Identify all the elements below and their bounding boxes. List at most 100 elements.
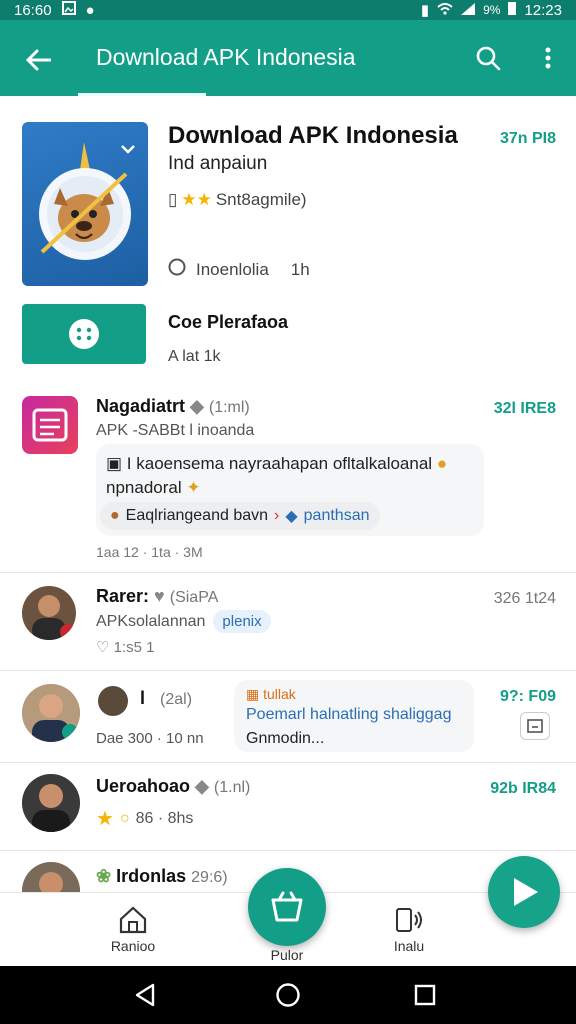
meta-count: 1h <box>290 259 310 279</box>
triangle-back-icon <box>135 983 155 1007</box>
message-line-2: npnadoral <box>106 478 182 497</box>
feed-author: l (2al) <box>140 688 192 709</box>
app-hero-card: Download APK Indonesia 37n PI8 Ind anpai… <box>0 100 576 390</box>
basket-icon <box>271 891 303 922</box>
status-time-left: 16:60 <box>14 1 52 19</box>
feed-footer: ♡ 1:s5 1 <box>96 638 155 656</box>
nav-label: Ranioo <box>110 938 156 954</box>
feed-item[interactable]: l (2al) Dae 300 · 10 nn ▦ tullak Poemarl… <box>0 672 576 762</box>
author-name: Ueroahoao <box>96 776 191 796</box>
divider <box>0 572 576 573</box>
app-bar: Download APK Indonesia <box>0 20 576 96</box>
app-icon[interactable] <box>22 122 148 286</box>
feed-author: ❀ Irdonlas 29:6) <box>96 866 228 887</box>
divider <box>0 850 576 851</box>
app-bar-title: Download APK Indonesia <box>96 44 356 70</box>
leaf-icon: ❀ <box>96 866 112 886</box>
author-suffix: (SiaPA <box>169 589 219 606</box>
install-label: Coe Plerafaoa <box>168 312 289 332</box>
author-name: Rarer: <box>96 586 150 606</box>
system-back-button[interactable] <box>130 980 160 1010</box>
nav-label: Inalu <box>393 938 425 954</box>
app-subtitle: Ind anpaiun <box>168 153 268 174</box>
image-notification-icon <box>61 1 76 19</box>
avatar[interactable] <box>22 586 76 640</box>
arrow-right-icon: › <box>274 507 280 524</box>
bookmark-icon: ▯ <box>168 190 178 209</box>
reaction-chip[interactable]: ● Eaqlriangeand bavn › ◆ panthsan <box>100 502 380 530</box>
divider <box>0 762 576 763</box>
message-text: ▣ I kaoensema nayraahapan ofltalkaloanal… <box>106 454 447 474</box>
dog-mascot-icon <box>39 142 135 260</box>
more-vert-icon <box>545 47 551 69</box>
message-bubble[interactable]: ▦ tullak Poemarl halnatling shaliggag Gn… <box>234 680 474 752</box>
status-time-right: 12:23 <box>524 1 562 19</box>
feed-subtitle-row: APKsolalannan plenix <box>96 610 271 633</box>
author-suffix: (2al) <box>160 691 193 708</box>
message-line-1: I kaoensema nayraahapan ofltalkaloanal <box>126 454 433 473</box>
circle-icon: ○ <box>119 809 130 827</box>
feed-item[interactable]: Rarer: ♥ (SiaPA 326 1t24 APKsolalannan p… <box>0 574 576 670</box>
feed-item[interactable]: Nagadiatrt ◆ (1:ml) 32l IRE8 APK -SABBt … <box>0 390 576 572</box>
author-name: Nagadiatrt <box>96 396 186 416</box>
tag-icon: ▦ <box>246 686 260 702</box>
system-home-button[interactable] <box>273 980 303 1010</box>
dot-notification-icon: ● <box>85 1 95 19</box>
author-name: l <box>140 688 146 708</box>
window-icon <box>527 719 543 733</box>
author-suffix: (1:ml) <box>208 399 250 416</box>
search-icon <box>476 46 501 71</box>
install-size: A lat 1k <box>168 348 221 365</box>
nav-item-inbox[interactable]: Inalu <box>364 905 454 954</box>
back-button[interactable] <box>18 40 58 80</box>
more-options-button[interactable] <box>538 40 558 76</box>
meta-label: Inoenlolia <box>196 259 269 279</box>
avatar[interactable] <box>22 862 80 892</box>
star-icon: ★ <box>96 808 114 830</box>
search-button[interactable] <box>470 40 506 76</box>
author-suffix: (1.nl) <box>213 779 251 796</box>
bubble-tag-text: tullak <box>263 686 296 702</box>
expand-button[interactable] <box>520 712 550 740</box>
app-title: Download APK Indonesia <box>168 122 458 149</box>
avatar[interactable] <box>22 684 80 742</box>
feed-item[interactable]: Ueroahoao ◆ (1.nl) 92b IR84 ★ ○ 86 · 8hs <box>0 764 576 850</box>
device-icon <box>396 908 422 932</box>
avatar[interactable] <box>22 774 80 832</box>
alert-icon: ▮ <box>420 2 430 19</box>
small-avatar[interactable] <box>98 686 128 716</box>
tab-indicator <box>78 93 206 96</box>
wifi-icon <box>437 2 453 19</box>
circle-home-icon <box>276 983 300 1007</box>
square-recents-icon <box>414 984 436 1006</box>
feed-subtitle: APKsolalannan <box>96 612 206 630</box>
dots-icon <box>69 319 99 349</box>
spark-icon: ✦ <box>186 478 201 497</box>
app-price: 37n PI8 <box>499 130 556 147</box>
feed-price: 32l IRE8 <box>493 400 556 417</box>
status-bar: 16:60 ● ▮ 9% 12:23 <box>0 0 576 20</box>
divider <box>0 670 576 671</box>
feed-author: Nagadiatrt ◆ (1:ml) <box>96 396 250 417</box>
feed-price: 326 1t24 <box>493 590 556 607</box>
feed-meta: Dae 300 · 10 nn <box>96 730 204 747</box>
play-fab-button[interactable] <box>488 856 560 928</box>
message-line-2-wrap: npnadoral ✦ <box>106 478 201 498</box>
chip-right-text: panthsan <box>303 507 370 524</box>
face-icon: ● <box>110 507 120 524</box>
nav-item-center-label[interactable]: Pulor <box>242 947 332 963</box>
heart-icon: ♥ <box>154 586 170 606</box>
tag-chip[interactable]: plenix <box>213 610 271 633</box>
chip-left-text: Eaqlriangeand bavn <box>125 507 269 524</box>
system-navigation-bar <box>0 966 576 1024</box>
feed-author: Rarer: ♥ (SiaPA <box>96 586 218 607</box>
author-suffix: 29:6) <box>191 869 228 886</box>
message-bubble[interactable]: ▣ I kaoensema nayraahapan ofltalkaloanal… <box>96 444 484 536</box>
emoji-icon: ● <box>436 454 448 473</box>
nav-item-home[interactable]: Ranioo <box>88 905 178 954</box>
system-recents-button[interactable] <box>410 980 440 1010</box>
home-icon <box>119 906 147 934</box>
install-button[interactable] <box>22 304 146 364</box>
rating-text: 86 · 8hs <box>135 809 194 827</box>
shop-fab-button[interactable] <box>248 868 326 946</box>
